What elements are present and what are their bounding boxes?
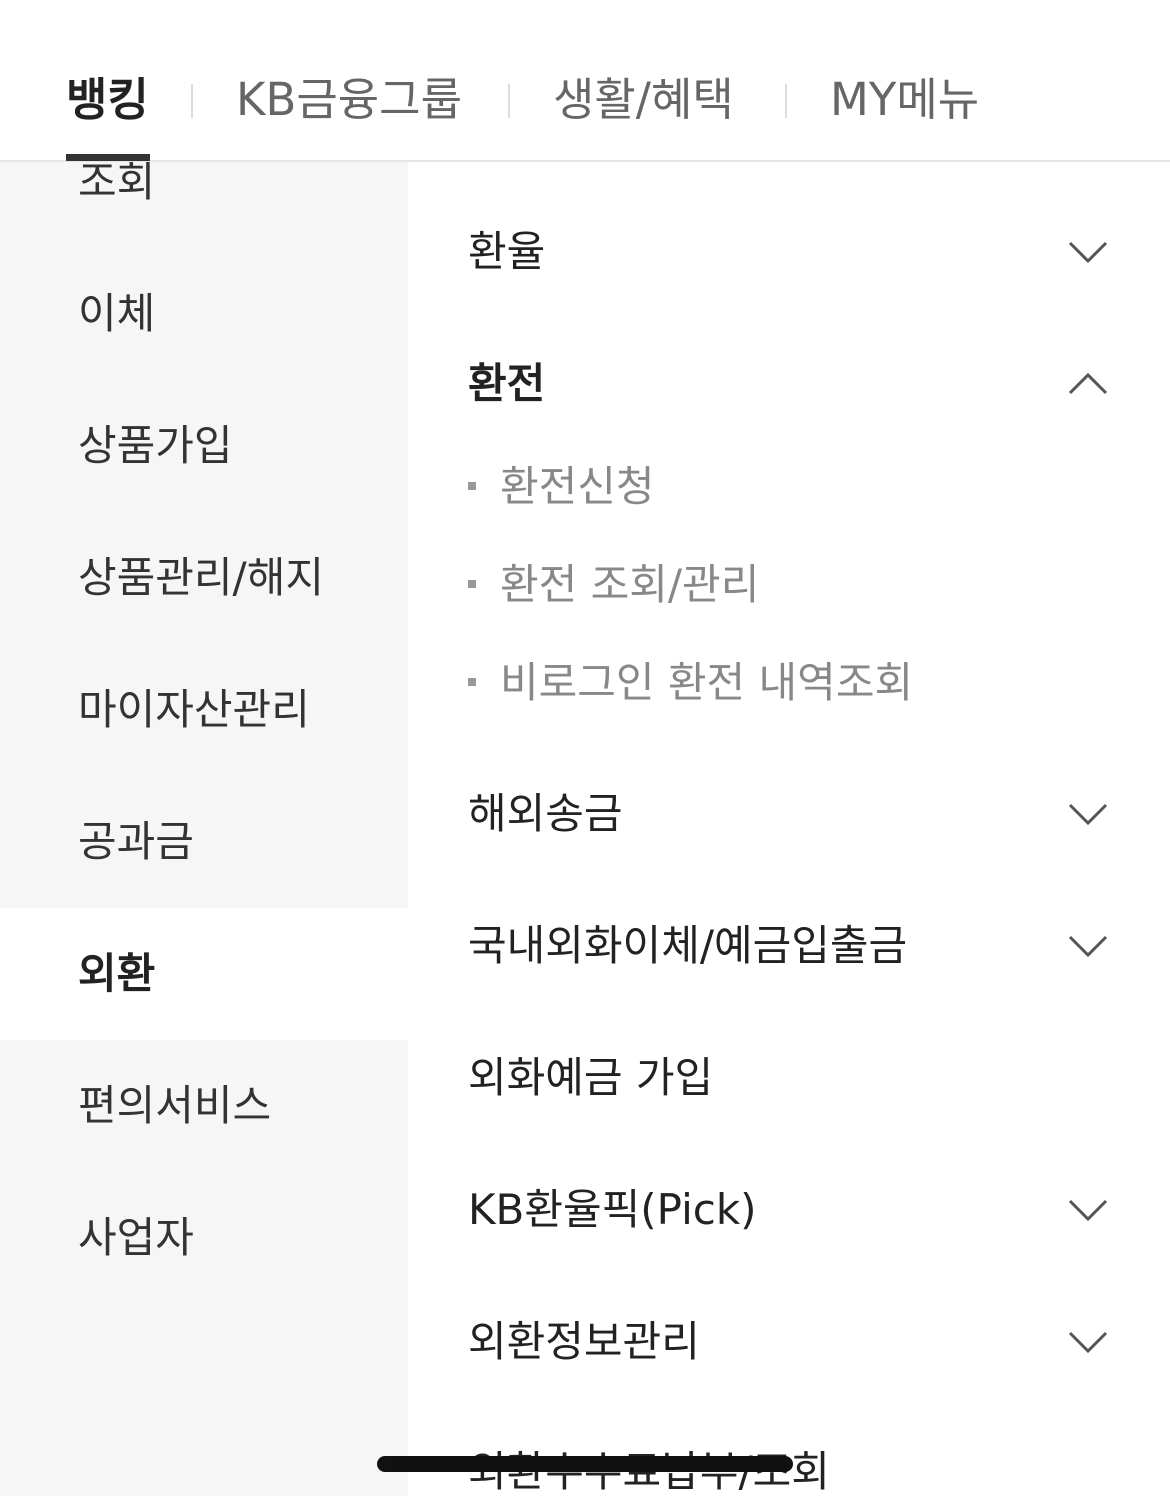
sidebar-item-product-management[interactable]: 상품관리/해지	[0, 512, 408, 644]
submenu-guest-exchange-history[interactable]: 비로그인 환전 내역조회	[468, 648, 913, 718]
menu-label: 국내외화이체/예금입출금	[468, 921, 908, 970]
tab-banking[interactable]: 뱅킹	[66, 70, 149, 130]
sidebar-item-foreign-exchange[interactable]: 외환	[0, 908, 408, 1040]
submenu-panel: 환율 환전 환전신청 환전 조회/관리 비로그인 환전 내역조회 해외송금 국내…	[408, 162, 1170, 1496]
submenu-label: 환전신청	[500, 462, 655, 511]
menu-label: KB환율픽(Pick)	[468, 1185, 757, 1234]
chevron-down-icon	[1068, 241, 1108, 264]
tab-life-benefits[interactable]: 생활/혜택	[553, 70, 734, 130]
menu-currency-exchange[interactable]: 환전	[468, 344, 1108, 424]
tab-my-menu[interactable]: MY메뉴	[830, 70, 979, 130]
active-tab-indicator	[66, 154, 150, 161]
tab-kb-financial-group[interactable]: KB금융그룹	[236, 70, 462, 130]
chevron-up-icon	[1068, 372, 1108, 395]
menu-fx-info-management[interactable]: 외환정보관리	[468, 1302, 1108, 1382]
sidebar-item-product-signup[interactable]: 상품가입	[0, 380, 408, 512]
sidebar-item-my-asset-management[interactable]: 마이자산관리	[0, 644, 408, 776]
chevron-down-icon	[1068, 1199, 1108, 1222]
tab-separator	[508, 84, 510, 118]
bullet-icon	[468, 677, 476, 686]
bullet-icon	[468, 481, 476, 490]
menu-label: 환율	[468, 227, 546, 276]
tab-separator	[191, 84, 193, 118]
menu-kb-rate-pick[interactable]: KB환율픽(Pick)	[468, 1170, 1108, 1250]
tab-separator	[785, 84, 787, 118]
menu-label: 외환정보관리	[468, 1317, 700, 1366]
sidebar-item-utility-bills[interactable]: 공과금	[0, 776, 408, 908]
submenu-label: 비로그인 환전 내역조회	[500, 658, 914, 707]
menu-domestic-fx-transfer[interactable]: 국내외화이체/예금입출금	[468, 906, 1108, 986]
menu-overseas-remittance[interactable]: 해외송금	[468, 774, 1108, 854]
submenu-label: 환전 조회/관리	[500, 560, 760, 609]
top-tab-bar: 뱅킹 KB금융그룹 생활/혜택 MY메뉴	[0, 0, 1170, 162]
sidebar-item-convenience-services[interactable]: 편의서비스	[0, 1040, 408, 1172]
menu-fx-deposit-signup[interactable]: 외화예금 가입	[468, 1038, 1108, 1118]
sidebar-item-transfer[interactable]: 이체	[0, 248, 408, 380]
submenu-exchange-apply[interactable]: 환전신청	[468, 452, 655, 522]
menu-label: 환전	[468, 359, 546, 408]
sidebar-item-business[interactable]: 사업자	[0, 1172, 408, 1304]
submenu-exchange-inquiry-manage[interactable]: 환전 조회/관리	[468, 550, 759, 620]
menu-exchange-rate[interactable]: 환율	[468, 212, 1108, 292]
bullet-icon	[468, 579, 476, 588]
chevron-down-icon	[1068, 1331, 1108, 1354]
menu-label: 해외송금	[468, 789, 623, 838]
chevron-down-icon	[1068, 803, 1108, 826]
home-indicator[interactable]	[377, 1456, 793, 1472]
category-sidebar: 조회 이체 상품가입 상품관리/해지 마이자산관리 공과금 외환 편의서비스 사…	[0, 162, 408, 1496]
chevron-down-icon	[1068, 935, 1108, 958]
menu-label: 외화예금 가입	[468, 1053, 714, 1102]
sidebar-item-inquiry[interactable]: 조회	[0, 162, 408, 248]
